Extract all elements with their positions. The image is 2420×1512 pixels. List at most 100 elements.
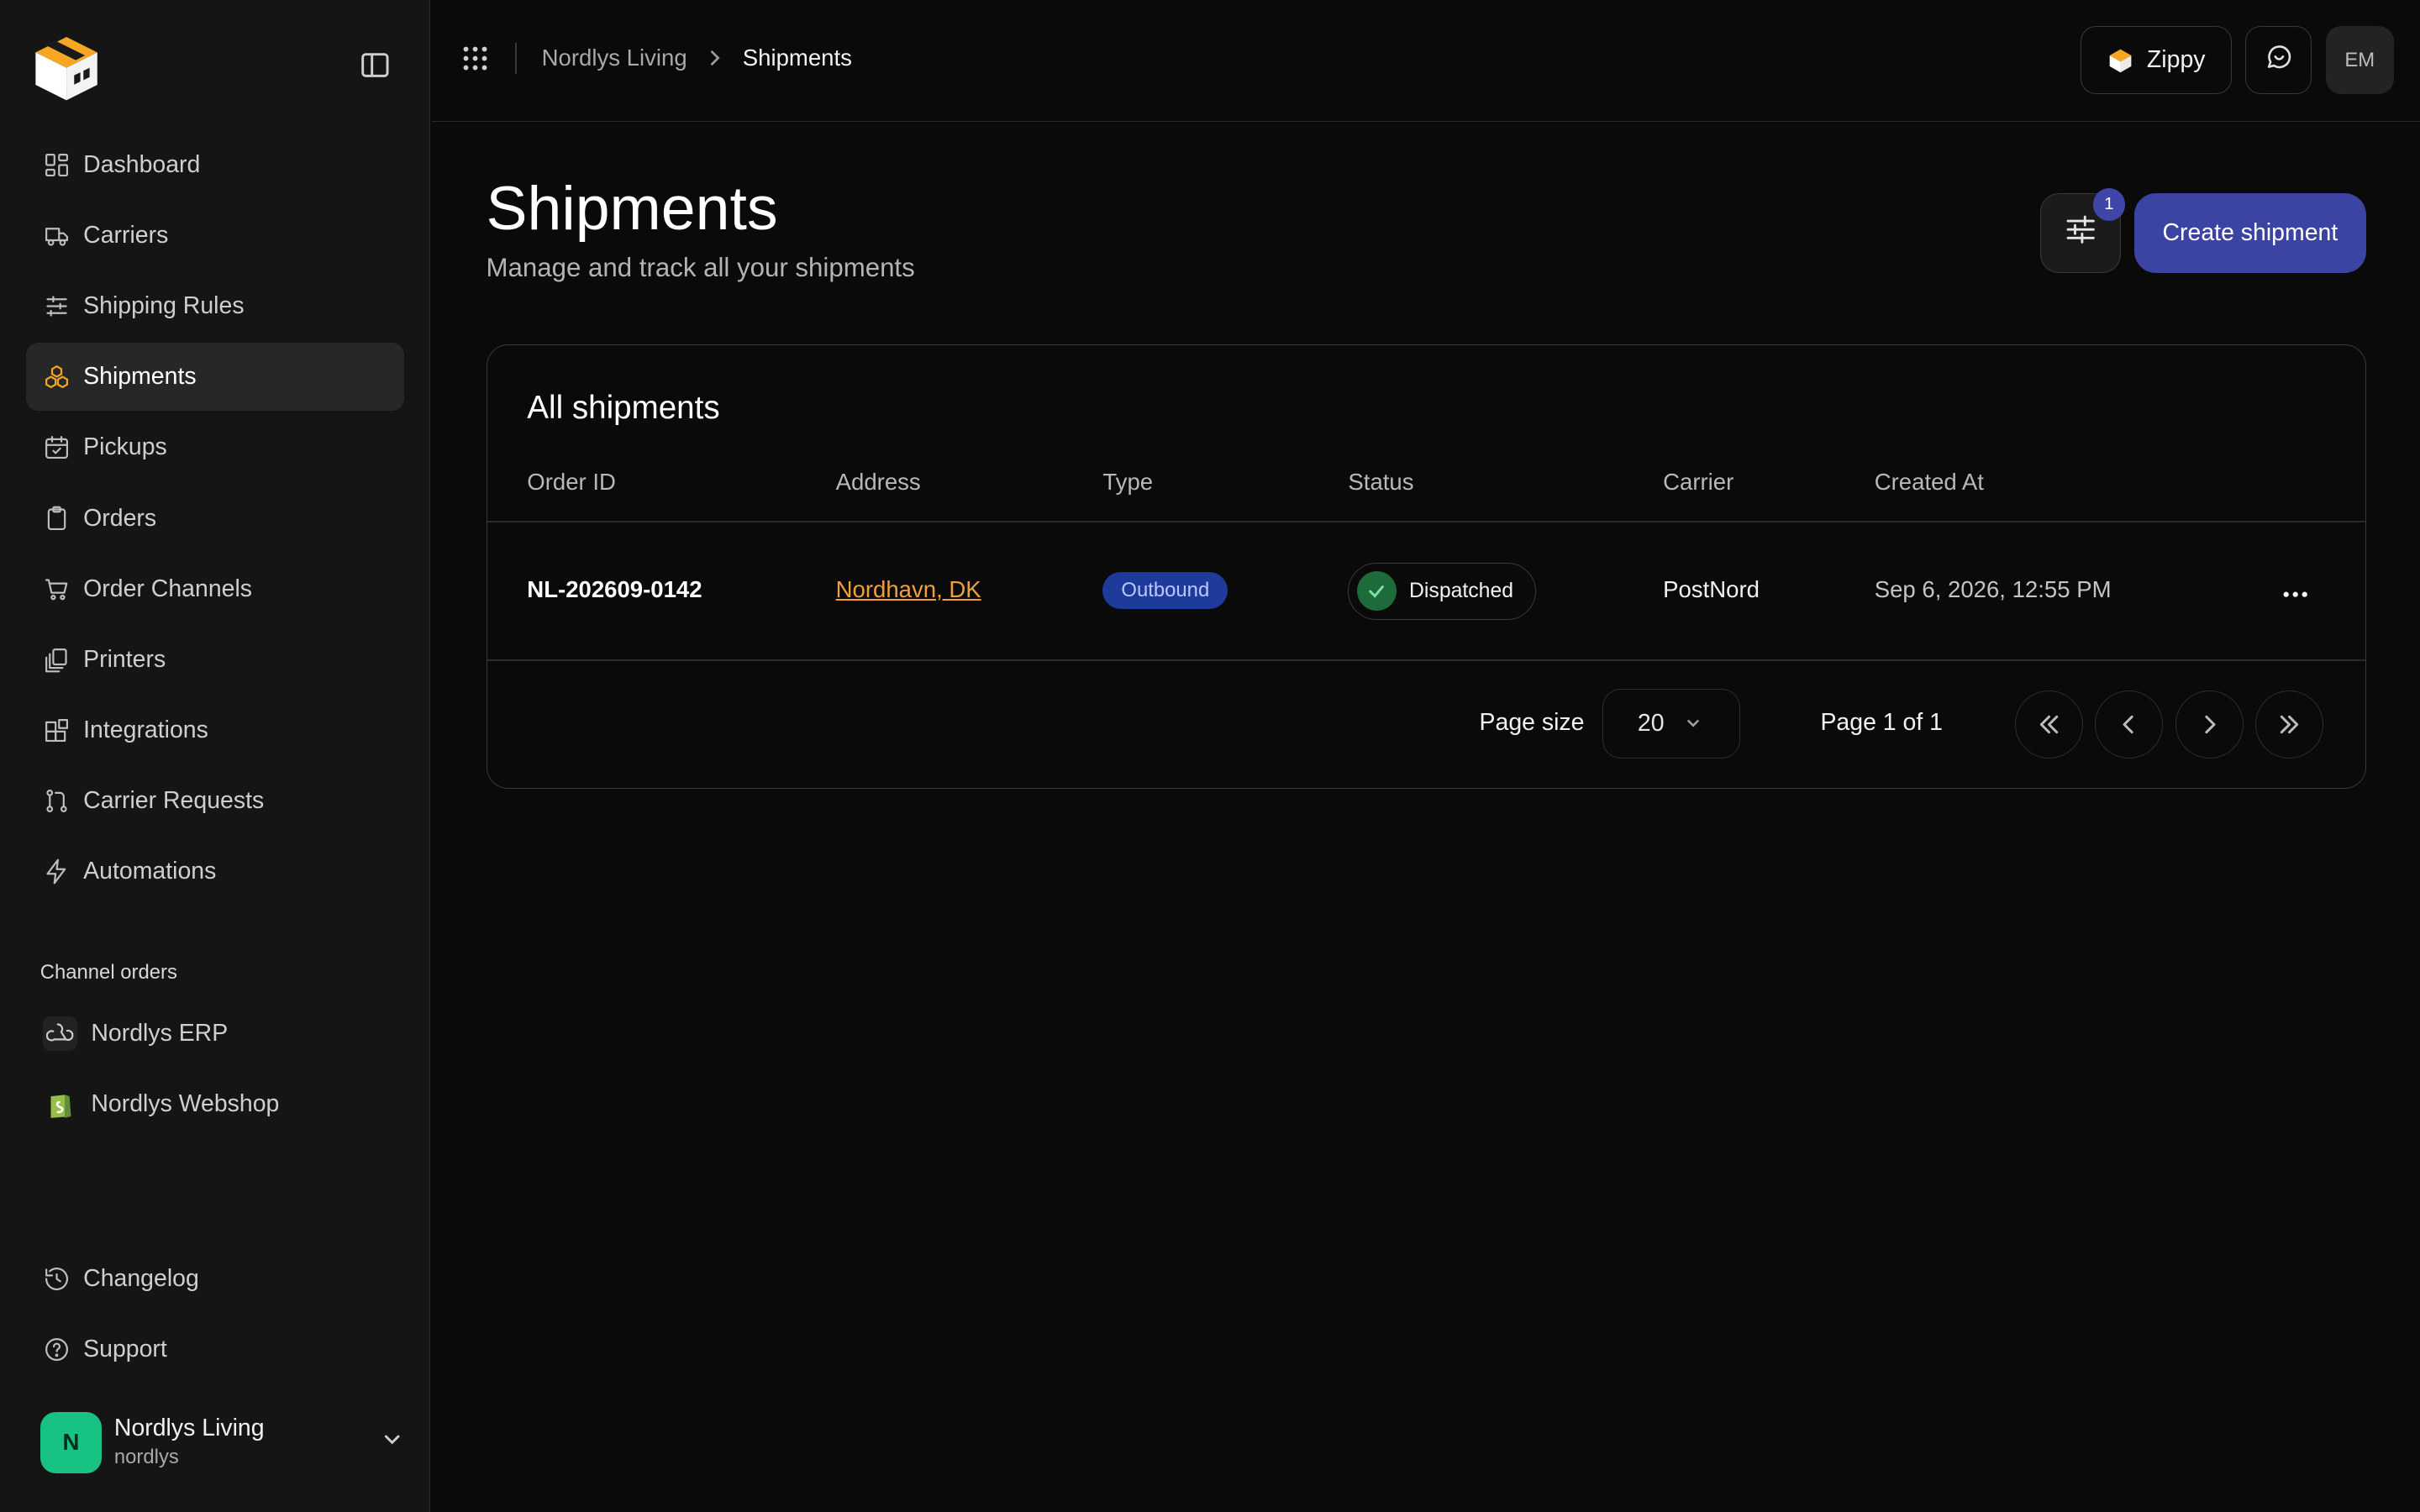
sidebar-item-label: Orders <box>83 504 157 532</box>
zippy-label: Zippy <box>2146 46 2206 74</box>
boxes-icon <box>43 363 71 391</box>
breadcrumb-parent[interactable]: Nordlys Living <box>542 45 687 71</box>
page-size-select[interactable]: 20 <box>1602 689 1740 759</box>
topbar-divider <box>515 43 518 75</box>
workspace-info: Nordlys Living nordlys <box>114 1414 380 1471</box>
channel-item-nordlys-webshop[interactable]: Nordlys Webshop <box>26 1070 404 1138</box>
sidebar-bottom-nav: Changelog Support <box>26 1245 404 1386</box>
sidebar-item-support[interactable]: Support <box>26 1315 404 1383</box>
sidebar-item-shipments[interactable]: Shipments <box>26 343 405 412</box>
help-circle-icon <box>43 1336 71 1363</box>
type-badge: Outbound <box>1102 571 1228 609</box>
user-avatar[interactable]: EM <box>2325 26 2394 95</box>
create-shipment-button[interactable]: Create shipment <box>2134 192 2366 274</box>
git-pull-request-icon <box>43 787 71 815</box>
workspace-name: Nordlys Living <box>113 1415 265 1442</box>
next-page-button[interactable] <box>2175 690 2244 759</box>
chevron-right-icon <box>706 49 724 67</box>
column-header-created-at[interactable]: Created At <box>1875 469 1984 496</box>
channel-item-label: Nordlys ERP <box>91 1020 229 1047</box>
sidebar-item-label: Order Channels <box>83 575 253 602</box>
divider <box>487 659 2365 662</box>
column-header-type[interactable]: Type <box>1102 469 1153 496</box>
blocks-icon <box>43 717 71 744</box>
printer-copies-icon <box>43 646 71 674</box>
chat-button[interactable] <box>2245 26 2312 95</box>
sidebar-item-carriers[interactable]: Carriers <box>26 202 404 270</box>
sidebar-item-changelog[interactable]: Changelog <box>26 1245 404 1313</box>
page-subtitle: Manage and track all your shipments <box>486 253 915 283</box>
status-badge: Dispatched <box>1348 562 1537 620</box>
sidebar-item-label: Carrier Requests <box>83 787 265 814</box>
more-horizontal-icon <box>2283 576 2308 605</box>
workspace-handle: nordlys <box>113 1446 179 1469</box>
last-page-button[interactable] <box>2255 690 2324 759</box>
first-page-button[interactable] <box>2014 690 2083 759</box>
column-header-status[interactable]: Status <box>1348 469 1413 496</box>
shopify-icon <box>43 1087 76 1121</box>
breadcrumb: Nordlys Living Shipments <box>542 45 852 71</box>
sidebar-item-pickups[interactable]: Pickups <box>26 414 404 482</box>
zap-icon <box>43 858 71 885</box>
sidebar-item-label: Integrations <box>83 716 208 743</box>
chevrons-left-icon <box>2039 715 2058 734</box>
sidebar-item-orders[interactable]: Orders <box>26 485 404 553</box>
sidebar-item-label: Shipments <box>83 363 197 391</box>
sidebar-item-label: Shipping Rules <box>83 292 245 320</box>
filter-count-badge: 1 <box>2092 188 2126 221</box>
truck-icon <box>43 222 71 249</box>
shipments-card: All shipments Order ID Address Type Stat… <box>486 344 2366 789</box>
sidebar-item-label: Dashboard <box>83 151 201 179</box>
sidebar-item-dashboard[interactable]: Dashboard <box>26 131 404 199</box>
history-icon <box>43 1265 71 1293</box>
workspace-switcher[interactable]: N Nordlys Living nordlys <box>39 1410 404 1475</box>
sidebar-item-order-channels[interactable]: Order Channels <box>26 555 404 623</box>
app-root: Dashboard Carriers Shipping Rules Shipme… <box>0 0 2420 1512</box>
channel-item-label: Nordlys Webshop <box>91 1090 280 1118</box>
sidebar-item-label: Support <box>83 1336 167 1363</box>
page-size-label: Page size <box>1479 709 1585 737</box>
app-logo[interactable] <box>29 28 103 105</box>
sidebar-item-integrations[interactable]: Integrations <box>26 696 404 764</box>
sliders-horizontal-icon <box>2064 213 2097 253</box>
sidebar-item-automations[interactable]: Automations <box>26 837 404 906</box>
divider <box>487 520 2365 522</box>
topbar: Nordlys Living Shipments Zippy EM <box>432 0 2420 123</box>
column-header-carrier[interactable]: Carrier <box>1663 469 1733 496</box>
column-header-address[interactable]: Address <box>836 469 921 496</box>
check-icon <box>1356 570 1397 612</box>
channel-list: Nordlys ERP Nordlys Webshop <box>26 1000 404 1141</box>
row-actions-button[interactable] <box>2281 576 2312 604</box>
page-info: Page 1 of 1 <box>1820 709 1943 737</box>
message-circle-icon <box>2264 41 2295 79</box>
sidebar-item-label: Automations <box>83 858 217 885</box>
apps-grid-icon[interactable] <box>461 45 489 72</box>
address-link[interactable]: Nordhavn, DK <box>836 576 981 603</box>
sliders-icon <box>43 292 71 320</box>
shopping-cart-icon <box>43 575 71 603</box>
page-size-value: 20 <box>1637 709 1665 737</box>
sidebar-item-printers[interactable]: Printers <box>26 626 404 694</box>
zippy-button[interactable]: Zippy <box>2080 26 2232 95</box>
calendar-check-icon <box>43 433 71 461</box>
sidebar-toggle-icon[interactable] <box>360 51 393 82</box>
webhook-icon <box>43 1016 77 1051</box>
order-id-cell[interactable]: NL-202609-0142 <box>527 576 702 603</box>
sidebar-item-label: Printers <box>83 645 166 673</box>
zippy-logo-icon <box>2109 49 2132 73</box>
layout-dashboard-icon <box>43 151 71 179</box>
channel-item-nordlys-erp[interactable]: Nordlys ERP <box>26 1000 404 1068</box>
created-at-cell: Sep 6, 2026, 12:55 PM <box>1874 576 2112 603</box>
column-header-order-id[interactable]: Order ID <box>527 469 616 496</box>
page-title: Shipments <box>486 172 778 243</box>
prev-page-button[interactable] <box>2095 690 2164 759</box>
sidebar-item-shipping-rules[interactable]: Shipping Rules <box>26 272 404 340</box>
chevron-down-icon <box>1687 720 1700 728</box>
card-title: All shipments <box>527 389 720 426</box>
sidebar-item-carrier-requests[interactable]: Carrier Requests <box>26 767 404 835</box>
sidebar-nav: Dashboard Carriers Shipping Rules Shipme… <box>26 131 405 908</box>
sidebar-item-label: Carriers <box>83 222 169 249</box>
sidebar-item-label: Pickups <box>83 433 167 461</box>
workspace-avatar: N <box>39 1411 103 1474</box>
status-label: Dispatched <box>1409 579 1514 602</box>
